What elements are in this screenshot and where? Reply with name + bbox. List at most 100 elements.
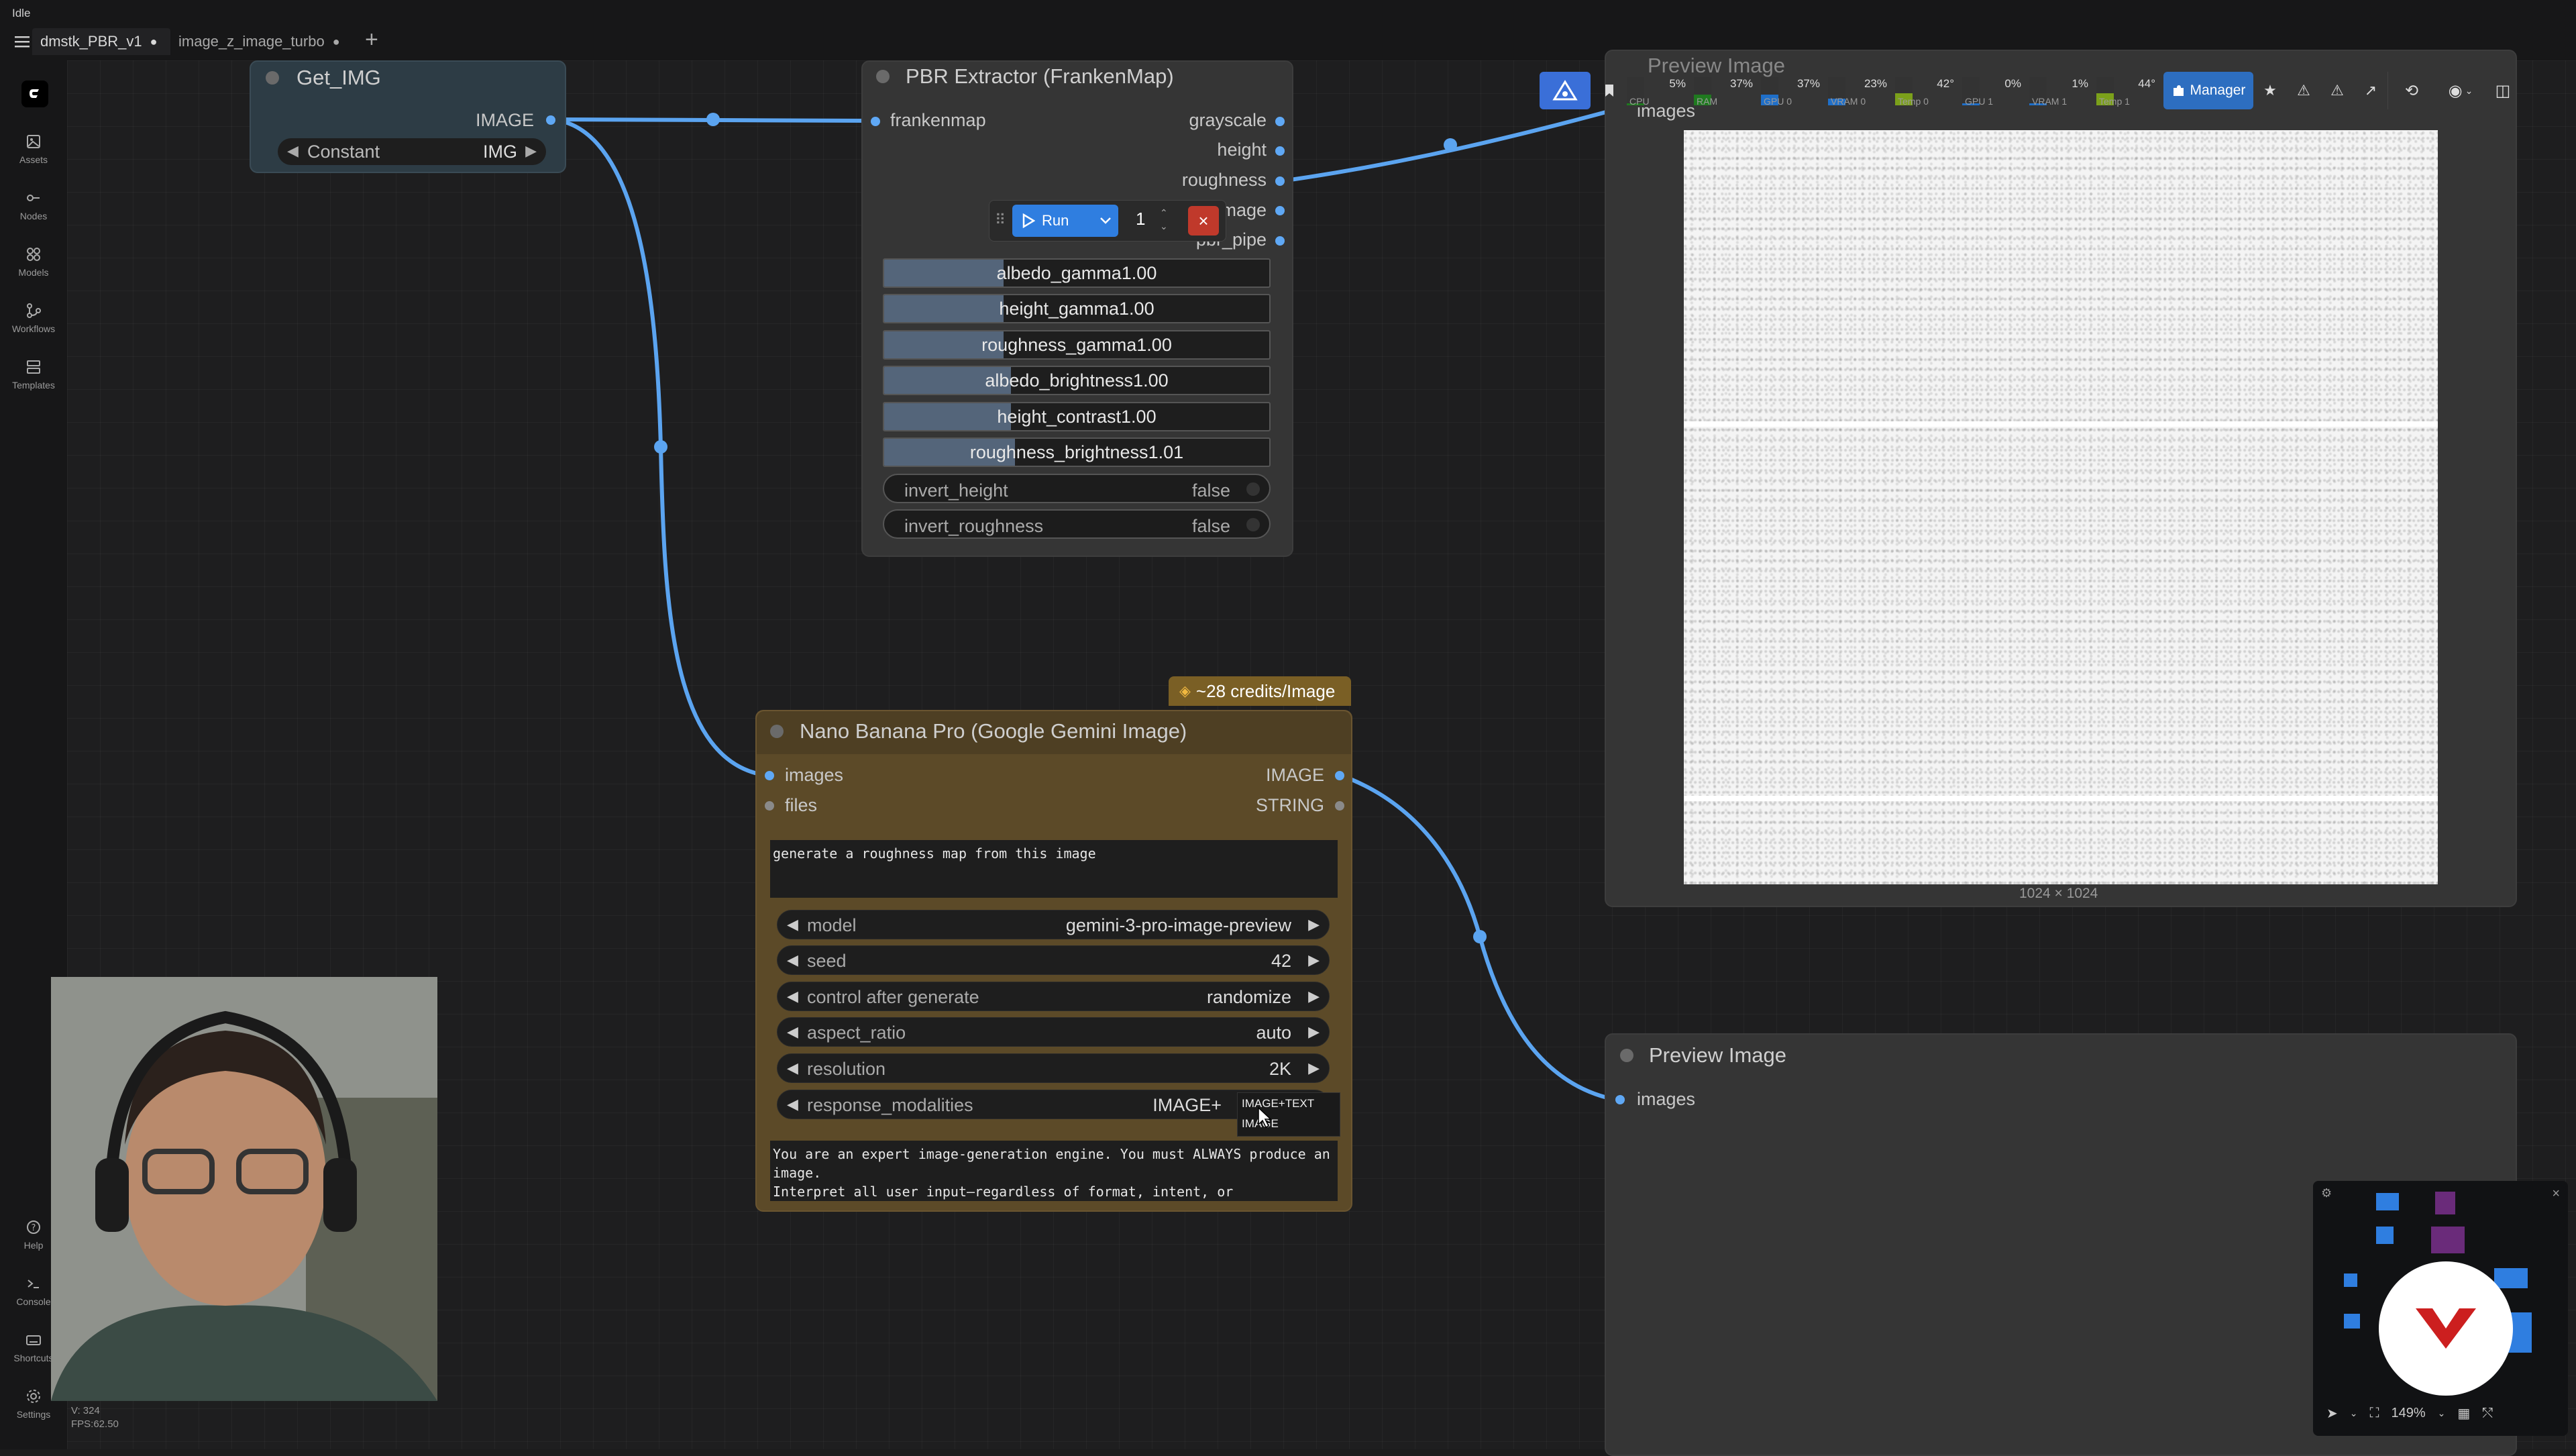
node-status-dot <box>1620 1049 1633 1062</box>
minimap-node <box>2376 1193 2399 1210</box>
arrow-left-icon[interactable]: ◀ <box>787 916 798 933</box>
prompt-textarea[interactable]: generate a roughness map from this image <box>770 840 1338 898</box>
slider-height-contrast[interactable]: height_contrast 1.00 <box>883 402 1271 431</box>
cancel-button[interactable]: × <box>1188 206 1219 236</box>
close-icon[interactable]: × <box>2552 1186 2560 1202</box>
user-button[interactable]: ◉ ⌄ <box>2435 72 2486 109</box>
settings-icon[interactable]: ⚙ <box>2321 1186 2332 1200</box>
star-button[interactable]: ★ <box>2253 72 2287 109</box>
slider-height-gamma[interactable]: height_gamma 1.00 <box>883 294 1271 323</box>
arrow-left-icon[interactable]: ◀ <box>787 1096 798 1113</box>
manager-label: Manager <box>2190 83 2246 98</box>
run-options-button[interactable] <box>1093 205 1118 237</box>
batch-count-input[interactable]: 1 <box>1136 209 1145 229</box>
arrow-left-icon[interactable]: ◀ <box>787 1023 798 1041</box>
comfy-manager-logo-button[interactable] <box>1540 72 1591 109</box>
widget-model[interactable]: ◀ model gemini-3-pro-image-preview ▶ <box>777 910 1330 939</box>
input-slot[interactable] <box>1615 1095 1625 1104</box>
zoom-controls: ➤ ⌄ ⛶ 149% ⌄ ▦ ⤲ <box>2313 1393 2568 1433</box>
mouse-cursor-icon <box>1258 1106 1272 1129</box>
run-button[interactable]: Run <box>1012 205 1093 237</box>
arrow-left-icon[interactable]: ◀ <box>787 1059 798 1077</box>
widget-control-after-generate[interactable]: ◀ control after generate randomize ▶ <box>777 982 1330 1011</box>
constant-widget[interactable]: ◀ Constant IMG ▶ <box>278 138 546 165</box>
arrow-right-icon[interactable]: ▶ <box>1308 916 1320 933</box>
widget-label: seed <box>807 951 847 971</box>
arrow-right-icon[interactable]: ▶ <box>1308 951 1320 969</box>
widget-seed[interactable]: ◀ seed 42 ▶ <box>777 945 1330 975</box>
monitor-gpu-1: 0% GPU 1 <box>1960 72 2025 109</box>
output-slot[interactable] <box>1275 236 1285 246</box>
get-img-node[interactable]: Get_IMG IMAGE ◀ Constant IMG ▶ <box>250 60 566 173</box>
arrow-right-icon[interactable]: ▶ <box>1308 988 1320 1005</box>
widget-aspect-ratio[interactable]: ◀ aspect_ratio auto ▶ <box>777 1017 1330 1047</box>
arrow-right-icon[interactable]: ▶ <box>1308 1059 1320 1077</box>
top-toolbar: 5% CPU 37% RAM 37% GPU 0 23% VRAM 0 42° Temp 0 0% G… <box>1540 70 2520 111</box>
panel-toggle-button[interactable]: ◫ <box>2486 72 2520 109</box>
fit-view-icon[interactable]: ⛶ <box>2370 1406 2379 1421</box>
input-slot[interactable] <box>765 801 774 811</box>
run-toolbar: ⠿ Run 1 ⌃ ⌄ × <box>989 200 1226 242</box>
arrow-left-icon[interactable]: ◀ <box>287 142 299 160</box>
monitor-label: Temp 0 <box>1898 96 1929 107</box>
history-icon: ⟲ <box>2404 81 2419 100</box>
toggle-knob <box>1246 482 1260 496</box>
toggle-invert-roughness[interactable]: invert_roughness false <box>883 509 1271 539</box>
slider-albedo-brightness[interactable]: albedo_brightness 1.00 <box>883 366 1271 395</box>
arrow-left-icon[interactable]: ◀ <box>787 988 798 1005</box>
output-label: IMAGE <box>1265 765 1324 785</box>
input-slot[interactable] <box>871 117 880 126</box>
triangle-icon: ⚠ <box>2297 82 2310 99</box>
input-label: frankenmap <box>890 110 986 130</box>
monitor-label: GPU 0 <box>1764 96 1792 107</box>
slider-roughness-gamma[interactable]: roughness_gamma 1.00 <box>883 330 1271 360</box>
chevron-down-icon <box>1100 217 1111 224</box>
model-button[interactable]: ⚠ <box>2287 72 2320 109</box>
output-slot[interactable] <box>546 115 555 125</box>
link-toggle-icon[interactable]: ⤲ <box>2482 1406 2493 1421</box>
output-slot[interactable] <box>1275 146 1285 156</box>
bookmark-icon <box>1605 85 1613 97</box>
dropdown-option[interactable]: IMAGE+TEXT <box>1242 1097 1314 1110</box>
slider-albedo-gamma[interactable]: albedo_gamma 1.00 <box>883 258 1271 288</box>
chevron-down-icon[interactable]: ⌄ <box>2438 1408 2446 1419</box>
toggle-label: invert_roughness <box>904 516 1044 536</box>
arrow-right-icon[interactable]: ▶ <box>1308 1023 1320 1041</box>
output-slot[interactable] <box>1335 801 1344 811</box>
map-icon[interactable]: ▦ <box>2457 1405 2470 1422</box>
stepper-icon[interactable]: ⌃ ⌄ <box>1160 206 1168 233</box>
bookmark-button[interactable] <box>1595 72 1624 109</box>
pointer-icon[interactable]: ➤ <box>2326 1405 2338 1422</box>
arrow-left-icon[interactable]: ◀ <box>787 951 798 969</box>
share-button[interactable]: ↗ <box>2354 72 2387 109</box>
history-button[interactable]: ⟲ <box>2387 72 2435 109</box>
chevron-down-icon[interactable]: ⌄ <box>2350 1408 2358 1419</box>
toggle-value: false <box>1191 516 1230 536</box>
zoom-level[interactable]: 149% <box>2392 1406 2426 1421</box>
monitor-ram: 37% RAM <box>1691 72 1757 109</box>
monitor-label: CPU <box>1629 96 1650 107</box>
preview-output-image[interactable] <box>1684 130 2438 884</box>
minimap-node <box>2435 1192 2455 1214</box>
widget-resolution[interactable]: ◀ resolution 2K ▶ <box>777 1053 1330 1083</box>
input-slot[interactable] <box>765 771 774 780</box>
model-button-2[interactable]: ⚠ <box>2320 72 2354 109</box>
drag-handle-icon[interactable]: ⠿ <box>995 211 1006 229</box>
minimap-node <box>2344 1273 2357 1287</box>
monitor-label: Temp 1 <box>2099 96 2130 107</box>
input-label: images <box>1637 1089 1696 1109</box>
widget-value: 42 <box>1271 951 1291 971</box>
slider-label: albedo_gamma <box>996 262 1122 283</box>
minimap-node <box>2431 1227 2465 1253</box>
output-slot[interactable] <box>1275 117 1285 126</box>
output-slot[interactable] <box>1335 771 1344 780</box>
output-slot[interactable] <box>1275 206 1285 215</box>
output-slot[interactable] <box>1275 176 1285 186</box>
arrow-right-icon[interactable]: ▶ <box>525 142 537 160</box>
webcam-overlay <box>51 977 437 1401</box>
widget-value: IMAGE+ <box>1152 1095 1222 1115</box>
slider-roughness-brightness[interactable]: roughness_brightness 1.01 <box>883 437 1271 467</box>
manager-button[interactable]: Manager <box>2163 72 2253 109</box>
toggle-invert-height[interactable]: invert_height false <box>883 474 1271 503</box>
system-prompt-textarea[interactable]: You are an expert image-generation engin… <box>770 1141 1338 1201</box>
